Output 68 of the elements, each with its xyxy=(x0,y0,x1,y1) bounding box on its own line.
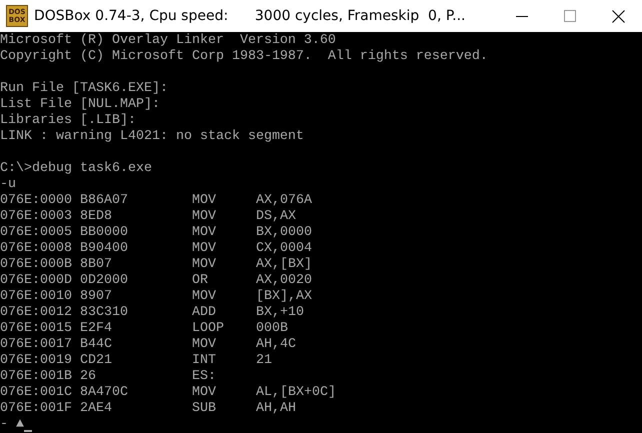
console-line: LINK : warning L4021: no stack segment xyxy=(0,129,304,145)
mnemonic-text: MOV xyxy=(192,337,216,353)
console-line: -u xyxy=(0,177,16,193)
mnemonic-text: LOOP xyxy=(192,321,224,337)
command-prompt: - ▲ xyxy=(0,417,24,433)
address-text: 076E:0017 xyxy=(0,337,72,353)
maximize-icon xyxy=(564,10,576,22)
mnemonic-text: MOV xyxy=(192,193,216,209)
address-text: 076E:0019 xyxy=(0,353,72,369)
machine-code-text: B44C xyxy=(80,337,112,353)
machine-code-text: 83C310 xyxy=(80,305,128,321)
machine-code-text: 8907 xyxy=(80,289,112,305)
console-line: C:\>debug task6.exe xyxy=(0,161,152,177)
mnemonic-text: MOV xyxy=(192,385,216,401)
console-line: Libraries [.LIB]: xyxy=(0,113,136,129)
mnemonic-text: SUB xyxy=(192,401,216,417)
address-text: 076E:0015 xyxy=(0,321,72,337)
address-text: 076E:0010 xyxy=(0,289,72,305)
address-text: 076E:0008 xyxy=(0,241,72,257)
text-cursor xyxy=(24,430,32,432)
console-line: Microsoft (R) Overlay Linker Version 3.60 xyxy=(0,33,336,49)
address-text: 076E:001C xyxy=(0,385,72,401)
console-line: Copyright (C) Microsoft Corp 1983-1987. All rights reserved. xyxy=(0,49,488,65)
address-text: 076E:001B xyxy=(0,369,72,385)
mnemonic-text: MOV xyxy=(192,225,216,241)
mnemonic-text: MOV xyxy=(192,257,216,273)
address-text: 076E:0012 xyxy=(0,305,72,321)
machine-code-text: 26 xyxy=(80,369,96,385)
machine-code-text: 8A470C xyxy=(80,385,128,401)
operand-text: AL,[BX+0C] xyxy=(256,385,336,401)
operand-text: 000B xyxy=(256,321,288,337)
address-text: 076E:000D xyxy=(0,273,72,289)
mnemonic-text: INT xyxy=(192,353,216,369)
operand-text: CX,0004 xyxy=(256,241,312,257)
machine-code-text: E2F4 xyxy=(80,321,112,337)
operand-text: [BX],AX xyxy=(256,289,312,305)
operand-text: AH,AH xyxy=(256,401,296,417)
mnemonic-text: ADD xyxy=(192,305,216,321)
mnemonic-text: MOV xyxy=(192,209,216,225)
machine-code-text: 8ED8 xyxy=(80,209,112,225)
mnemonic-text: ES: xyxy=(192,369,216,385)
machine-code-text: CD21 xyxy=(80,353,112,369)
machine-code-text: B90400 xyxy=(80,241,128,257)
address-text: 076E:0000 xyxy=(0,193,72,209)
machine-code-text: 8B07 xyxy=(80,257,112,273)
close-icon xyxy=(612,10,624,22)
machine-code-text: 0D2000 xyxy=(80,273,128,289)
mnemonic-text: MOV xyxy=(192,289,216,305)
operand-text: AH,4C xyxy=(256,337,296,353)
operand-text: AX,0020 xyxy=(256,273,312,289)
operand-text: BX,+10 xyxy=(256,305,304,321)
machine-code-text: 2AE4 xyxy=(80,401,112,417)
console-line: Run File [TASK6.EXE]: xyxy=(0,81,168,97)
operand-text: 21 xyxy=(256,353,272,369)
operand-text: BX,0000 xyxy=(256,225,312,241)
operand-text: AX,[BX] xyxy=(256,257,312,273)
machine-code-text: BB0000 xyxy=(80,225,128,241)
address-text: 076E:000B xyxy=(0,257,72,273)
window-title: DOSBox 0.74-3, Cpu speed: 3000 cycles, Frameskip 0, P... xyxy=(34,8,466,24)
console-line: List File [NUL.MAP]: xyxy=(0,97,160,113)
address-text: 076E:0003 xyxy=(0,209,72,225)
operand-text: AX,076A xyxy=(256,193,312,209)
machine-code-text: B86A07 xyxy=(80,193,128,209)
address-text: 076E:0005 xyxy=(0,225,72,241)
operand-text: DS,AX xyxy=(256,209,296,225)
mnemonic-text: MOV xyxy=(192,241,216,257)
mnemonic-text: OR xyxy=(192,273,208,289)
address-text: 076E:001F xyxy=(0,401,72,417)
